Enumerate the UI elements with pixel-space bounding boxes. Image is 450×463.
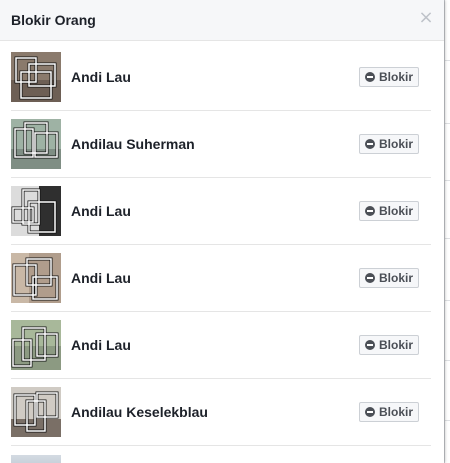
block-minus-icon <box>364 72 375 82</box>
list-item: Andilau Keselekblau Blokir <box>11 379 431 446</box>
block-minus-icon <box>364 407 375 417</box>
avatar[interactable] <box>11 119 61 169</box>
block-button[interactable]: Blokir <box>359 201 419 221</box>
avatar[interactable] <box>11 253 61 303</box>
person-name[interactable]: Andi Lau <box>71 337 131 353</box>
block-button-label: Blokir <box>378 137 413 151</box>
person-name[interactable]: Andi Lau <box>71 203 131 219</box>
person-name[interactable]: Andi Lau <box>71 270 131 286</box>
person-name[interactable]: Andilau Keselekblau <box>71 404 208 420</box>
block-minus-icon <box>364 340 375 350</box>
block-button-label: Blokir <box>378 405 413 419</box>
avatar[interactable] <box>11 387 61 437</box>
list-item: Andi Lau Blokir <box>11 312 431 379</box>
avatar[interactable] <box>11 186 61 236</box>
block-button[interactable]: Blokir <box>359 134 419 154</box>
list-item: Andilau Suherman Blokir <box>11 111 431 178</box>
block-people-dialog: Blokir Orang × Andi Lau Blokir Andilau S… <box>0 0 444 463</box>
person-name[interactable]: Andi Lau <box>71 69 131 85</box>
dialog-header: Blokir Orang × <box>0 0 444 41</box>
block-button[interactable]: Blokir <box>359 402 419 422</box>
list-item: Andi Lau Blokir <box>11 178 431 245</box>
people-list: Andi Lau Blokir Andilau Suherman Blokir … <box>0 44 444 446</box>
block-button[interactable]: Blokir <box>359 268 419 288</box>
block-minus-icon <box>364 273 375 283</box>
block-button-label: Blokir <box>378 338 413 352</box>
avatar[interactable] <box>11 52 61 102</box>
avatar[interactable] <box>11 455 61 463</box>
list-item: Andi Lau Blokir <box>11 245 431 312</box>
list-item: Andi Lau Blokir <box>11 44 431 111</box>
background-page-edge <box>444 0 450 463</box>
block-button-label: Blokir <box>378 271 413 285</box>
dialog-title: Blokir Orang <box>11 12 96 28</box>
block-minus-icon <box>364 139 375 149</box>
block-button-label: Blokir <box>378 204 413 218</box>
block-minus-icon <box>364 206 375 216</box>
person-name[interactable]: Andilau Suherman <box>71 136 195 152</box>
avatar[interactable] <box>11 320 61 370</box>
close-icon[interactable]: × <box>418 9 434 27</box>
block-button[interactable]: Blokir <box>359 335 419 355</box>
block-button-label: Blokir <box>378 70 413 84</box>
block-button[interactable]: Blokir <box>359 67 419 87</box>
